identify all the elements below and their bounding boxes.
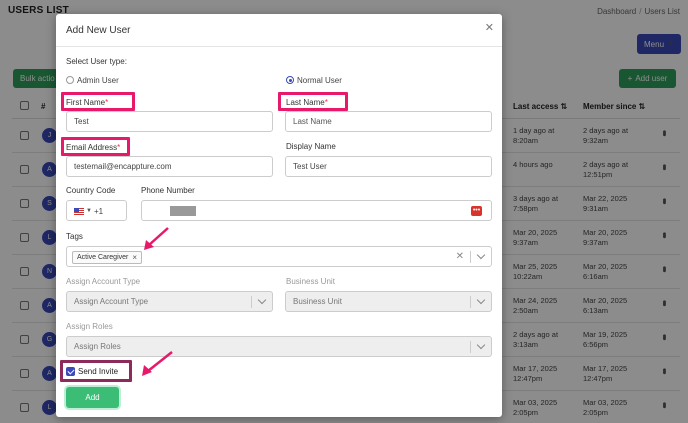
password-manager-icon[interactable]: ••• <box>471 206 482 216</box>
country-code-value: +1 <box>94 207 104 216</box>
chevron-down-icon[interactable] <box>471 340 491 350</box>
roles-select[interactable]: Assign Roles <box>66 336 492 357</box>
email-label: Email Address* <box>66 143 121 152</box>
add-button[interactable]: Add <box>66 387 119 408</box>
last-name-input[interactable]: Last Name <box>285 111 492 132</box>
close-icon[interactable]: ✕ <box>485 21 494 34</box>
last-name-label: Last Name* <box>286 98 328 107</box>
first-name-label: First Name* <box>66 98 109 107</box>
send-invite-checkbox[interactable] <box>66 367 75 376</box>
tags-label: Tags <box>66 232 83 241</box>
us-flag-icon <box>74 208 84 215</box>
chevron-down-icon[interactable] <box>471 250 491 260</box>
business-unit-label: Business Unit <box>286 277 335 286</box>
clear-icon[interactable]: ✕ <box>450 251 470 262</box>
first-name-input[interactable]: Test <box>66 111 273 132</box>
tag-chip: Active Caregiver × <box>72 251 143 264</box>
display-name-input[interactable]: Test User <box>285 156 492 177</box>
email-input[interactable]: testemail@encappture.com <box>66 156 273 177</box>
display-name-label: Display Name <box>286 142 336 151</box>
remove-tag-icon[interactable]: × <box>132 253 137 262</box>
send-invite-label[interactable]: Send Invite <box>78 367 118 376</box>
admin-user-radio[interactable] <box>66 76 74 84</box>
country-code-label: Country Code <box>66 186 116 195</box>
chevron-down-icon[interactable] <box>471 295 491 305</box>
redacted-phone <box>170 206 196 216</box>
normal-user-radio[interactable] <box>286 76 294 84</box>
phone-number-label: Phone Number <box>141 186 195 195</box>
caret-down-icon: ▼ <box>86 208 92 214</box>
phone-number-input[interactable]: ••• <box>141 200 492 221</box>
roles-label: Assign Roles <box>66 322 113 331</box>
modal-title: Add New User <box>66 25 131 36</box>
tag-chip-label: Active Caregiver <box>77 254 129 261</box>
modal-header: Add New User ✕ <box>56 14 502 47</box>
country-code-select[interactable]: ▼ +1 <box>66 200 127 221</box>
account-type-label: Assign Account Type <box>66 277 141 286</box>
admin-user-label[interactable]: Admin User <box>77 76 119 85</box>
chevron-down-icon[interactable] <box>252 295 272 305</box>
tags-select[interactable]: Active Caregiver × ✕ <box>66 246 492 267</box>
normal-user-label[interactable]: Normal User <box>297 76 342 85</box>
add-user-modal: Add New User ✕ Select User type: Admin U… <box>56 14 502 417</box>
business-unit-select[interactable]: Business Unit <box>285 291 492 312</box>
user-type-label: Select User type: <box>66 57 127 66</box>
account-type-select[interactable]: Assign Account Type <box>66 291 273 312</box>
